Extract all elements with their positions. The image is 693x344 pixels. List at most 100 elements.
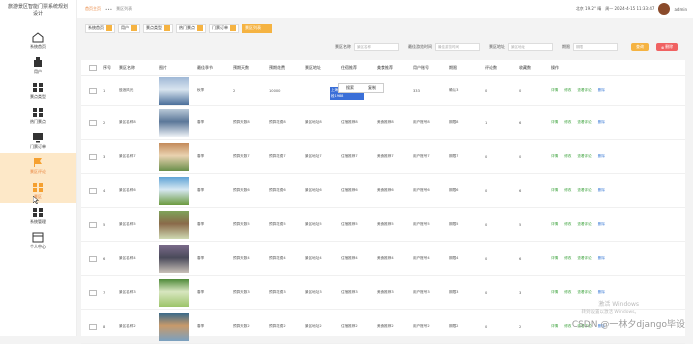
detail-button[interactable]: 详情 — [551, 290, 558, 295]
delete-row-button[interactable]: 删除 — [598, 88, 605, 93]
table-cell-fav: 0 — [519, 88, 522, 93]
row-checkbox[interactable] — [89, 255, 97, 262]
popup-search-button[interactable]: 搜索 — [346, 85, 354, 91]
detail-button[interactable]: 详情 — [551, 88, 558, 93]
table-cell-comments: 0 — [485, 290, 488, 295]
edit-button[interactable]: 修改 — [564, 188, 571, 193]
view-comments-button[interactable]: 查看评论 — [577, 188, 591, 193]
sidebar-item-5[interactable]: 景区评论 — [0, 153, 76, 178]
row-checkbox[interactable] — [89, 119, 97, 126]
row-actions: 详情 修改 查看评论 删除 — [551, 154, 631, 159]
edit-button[interactable]: 修改 — [564, 256, 571, 261]
view-comments-button[interactable]: 查看评论 — [577, 154, 591, 159]
delete-row-button[interactable]: 删除 — [598, 188, 605, 193]
row-checkbox[interactable] — [89, 187, 97, 194]
scenic-thumbnail[interactable] — [159, 244, 189, 273]
edit-button[interactable]: 修改 — [564, 222, 571, 227]
table-cell-idx: 5 — [103, 222, 106, 227]
view-comments-button[interactable]: 查看评论 — [577, 290, 591, 295]
sidebar-item-7[interactable]: 系统管理 — [0, 203, 76, 228]
table-cell-food: 美食推荐6 — [377, 188, 394, 192]
row-checkbox[interactable] — [89, 153, 97, 160]
delete-row-button[interactable]: 删除 — [598, 154, 605, 159]
sidebar-item-1[interactable]: 用户 — [0, 53, 76, 78]
filter-input-name[interactable]: 景区名称 — [354, 43, 399, 51]
tag-close-icon[interactable] — [197, 25, 203, 31]
username[interactable]: admin — [674, 7, 687, 12]
row-checkbox[interactable] — [89, 323, 97, 330]
edit-button[interactable]: 修改 — [564, 120, 571, 125]
sidebar-item-label: 系统首页 — [30, 43, 46, 49]
table-cell-limit: 确认3 — [449, 88, 459, 92]
edit-button[interactable]: 修改 — [564, 290, 571, 295]
filter-input-address[interactable]: 景区地址 — [508, 43, 553, 51]
scenic-thumbnail[interactable] — [159, 312, 189, 341]
sidebar-item-8[interactable]: 个人中心 — [0, 228, 76, 253]
tag-2[interactable]: 景点类型 — [143, 23, 173, 33]
row-checkbox[interactable] — [89, 87, 97, 94]
table-cell-addr: 景区地址5 — [305, 222, 322, 226]
table-cell-season: 春季 — [197, 154, 205, 158]
tag-close-icon[interactable] — [263, 25, 269, 31]
delete-row-button[interactable]: 删除 — [598, 222, 605, 227]
table-cell-cost: 10000 — [269, 88, 281, 93]
scenic-thumbnail[interactable] — [159, 278, 189, 307]
tag-1[interactable]: 用户 — [118, 23, 140, 33]
table-cell-food: 美食推荐4 — [377, 256, 394, 260]
monitor-icon — [32, 132, 44, 143]
detail-button[interactable]: 详情 — [551, 154, 558, 159]
view-comments-button[interactable]: 查看评论 — [577, 222, 591, 227]
delete-row-button[interactable]: 删除 — [598, 120, 605, 125]
tag-label: 用户 — [121, 25, 129, 30]
delete-row-button[interactable]: 删除 — [598, 256, 605, 261]
avatar[interactable] — [658, 3, 671, 15]
sidebar-item-4[interactable]: 门票订单 — [0, 128, 76, 153]
delete-row-button[interactable]: 删除 — [598, 290, 605, 295]
filter-input-limit[interactable]: 期限 — [573, 43, 618, 51]
tag-5[interactable]: 景区列表 — [242, 23, 272, 33]
filter-input-time[interactable]: 最佳游览时间 — [435, 43, 480, 51]
scenic-thumbnail[interactable] — [159, 142, 189, 171]
view-comments-button[interactable]: 查看评论 — [577, 88, 591, 93]
table-cell-addr: 景区地址2 — [305, 324, 322, 328]
popup-copy-button[interactable]: 复制 — [368, 85, 376, 91]
view-comments-button[interactable]: 查看评论 — [577, 120, 591, 125]
csdn-watermark: CSDN @一林夕django毕设 — [571, 320, 685, 330]
scenic-thumbnail[interactable] — [159, 176, 189, 205]
column-header: 用户账号 — [413, 64, 429, 70]
view-comments-button[interactable]: 查看评论 — [577, 256, 591, 261]
edit-button[interactable]: 修改 — [564, 324, 571, 329]
delete-button[interactable]: ⊗ 删除 — [656, 43, 678, 51]
detail-button[interactable]: 详情 — [551, 188, 558, 193]
table-cell-name: 景区名称2 — [119, 324, 136, 328]
tag-close-icon[interactable] — [131, 25, 137, 31]
tag-3[interactable]: 热门景点 — [176, 23, 206, 33]
sidebar-item-3[interactable]: 热门景点 — [0, 103, 76, 128]
scenic-thumbnail[interactable] — [159, 108, 189, 137]
breadcrumb-home[interactable]: 首页主页 — [85, 6, 101, 12]
row-checkbox[interactable] — [89, 289, 97, 296]
edit-button[interactable]: 修改 — [564, 88, 571, 93]
scenic-thumbnail[interactable] — [159, 210, 189, 239]
tag-close-icon[interactable] — [106, 25, 112, 31]
date-text: 周一 2024-4-15 11:33:47 — [605, 6, 655, 11]
scenic-thumbnail[interactable] — [159, 76, 189, 105]
tag-close-icon[interactable] — [164, 25, 170, 31]
sidebar-item-2[interactable]: 景点类型 — [0, 78, 76, 103]
tag-4[interactable]: 门票订单 — [209, 23, 239, 33]
select-all-checkbox[interactable] — [89, 64, 97, 71]
search-button[interactable]: 查询 — [631, 43, 649, 51]
row-checkbox[interactable] — [89, 221, 97, 228]
tag-0[interactable]: 系统首页 — [85, 23, 115, 33]
tag-close-icon[interactable] — [230, 25, 236, 31]
table-row: 7 景区名称3 春季 预算天数3 预算花费3 景区地址3 住宿推荐3 美食推荐3 用户账号3 期限… — [81, 276, 685, 310]
delete-button-label: 删除 — [665, 44, 674, 49]
edit-button[interactable]: 修改 — [564, 154, 571, 159]
table-header: 序号 景区名称 图片 最佳季节 预期天数 预期花费 景区地址 住宿推荐 美食推荐 用户账号 期限 评论… — [81, 60, 685, 76]
detail-button[interactable]: 详情 — [551, 256, 558, 261]
sidebar-item-0[interactable]: 系统首页 — [0, 28, 76, 53]
detail-button[interactable]: 详情 — [551, 222, 558, 227]
table-cell-days: 预算天数8 — [233, 120, 250, 124]
detail-button[interactable]: 详情 — [551, 120, 558, 125]
detail-button[interactable]: 详情 — [551, 324, 558, 329]
